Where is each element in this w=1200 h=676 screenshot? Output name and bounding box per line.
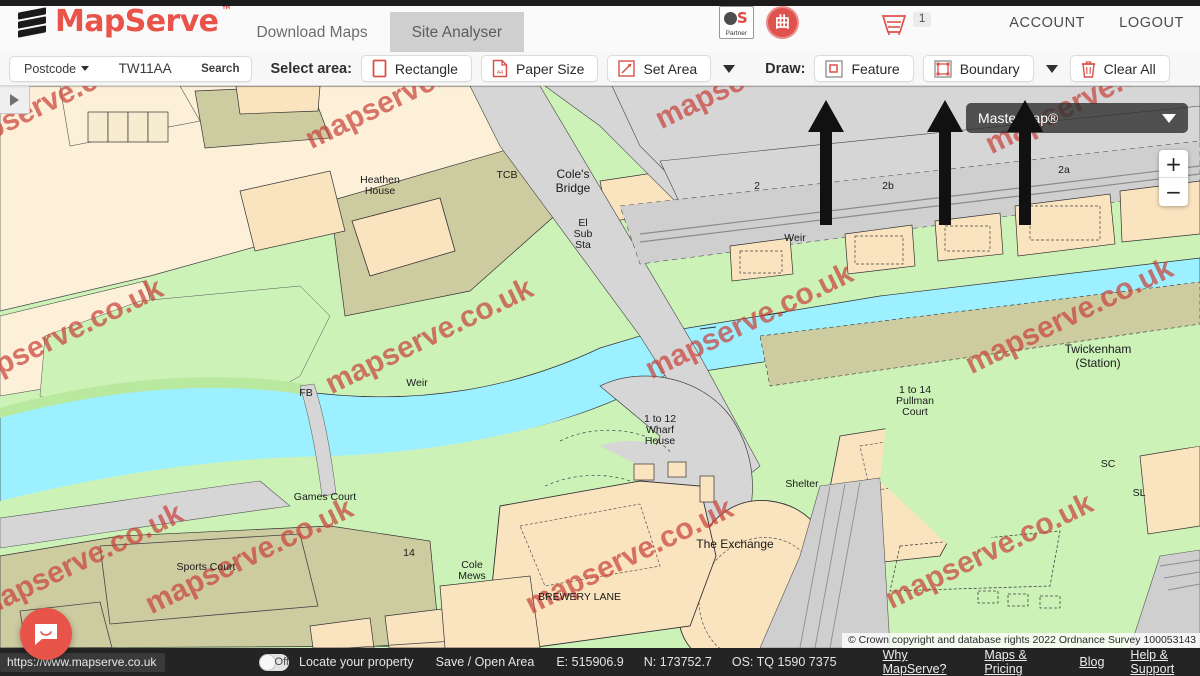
certification-seal-logo: 曲: [765, 6, 799, 39]
why-mapserve-link[interactable]: Why MapServe?: [883, 648, 959, 676]
toggle-state-label: Off: [274, 656, 289, 668]
map-canvas[interactable]: mapserve.co.uk mapserve.co.uk mapserve.c…: [0, 86, 1200, 648]
map-label: Sports Court: [176, 561, 236, 573]
feature-label: Feature: [851, 60, 900, 77]
clear-all-label: Clear All: [1103, 60, 1156, 77]
map-label: 1 to 14 Pullman Court: [896, 384, 934, 418]
map-label: Cole Mews: [458, 559, 486, 582]
map-label: 2b: [882, 180, 894, 192]
locate-property-label[interactable]: Locate your property: [299, 655, 414, 669]
map-layer-select[interactable]: MasterMap®: [966, 103, 1188, 133]
annotation-arrow-feature: [808, 100, 844, 225]
boundary-label: Boundary: [959, 60, 1020, 77]
os-circle-icon: [723, 12, 737, 25]
map-label: BREWERY LANE: [538, 591, 622, 603]
map-label: TCB: [496, 169, 518, 181]
rectangle-label: Rectangle: [394, 60, 458, 77]
select-area-dropdown-caret[interactable]: [723, 64, 736, 73]
rectangle-icon: [372, 59, 387, 78]
play-triangle-icon: [10, 93, 19, 106]
clear-all-button[interactable]: Clear All: [1069, 55, 1170, 82]
map-label: Shelter: [785, 478, 819, 490]
account-link[interactable]: ACCOUNT: [1009, 15, 1085, 31]
feature-icon: [825, 59, 844, 78]
maps-pricing-link[interactable]: Maps & Pricing: [984, 648, 1053, 676]
feature-button[interactable]: Feature: [814, 55, 914, 82]
tab-download-maps[interactable]: Download Maps: [234, 12, 389, 53]
trash-icon: [1081, 60, 1095, 78]
chat-widget-button[interactable]: [20, 608, 72, 660]
zoom-out-button[interactable]: −: [1159, 178, 1188, 206]
map-label: FB: [299, 387, 313, 399]
map-label: El Sub Sta: [573, 217, 593, 251]
os-grid-ref: OS: TQ 1590 7375: [731, 655, 837, 669]
main-nav-tabs: Download Maps Site Analyser: [234, 0, 525, 53]
trademark-symbol: ™: [221, 4, 232, 17]
chevron-down-icon: [81, 66, 90, 71]
postcode-input[interactable]: [97, 61, 194, 76]
search-type-dropdown[interactable]: Postcode: [10, 62, 97, 76]
browser-status-url: https://www.mapserve.co.uk: [0, 653, 166, 672]
blog-link[interactable]: Blog: [1079, 655, 1104, 669]
easting-value: E: 515906.9: [556, 655, 624, 669]
map-label: Weir: [784, 232, 806, 244]
mapserve-app: mapserve.co.uk mapserve.co.uk mapserve.c…: [0, 0, 1200, 676]
cart-group[interactable]: 1: [879, 10, 932, 36]
select-area-label: Select area:: [270, 60, 352, 77]
shopping-cart-icon[interactable]: [879, 10, 909, 36]
os-partner-logo: S Partner: [718, 6, 754, 39]
brand-logo[interactable]: MapServe ™: [0, 0, 234, 52]
paper-size-button[interactable]: A4 Paper Size: [480, 55, 599, 82]
header-right-group: S Partner 曲 1 ACCOUNT LOGOUT: [718, 0, 1200, 52]
zoom-in-button[interactable]: +: [1159, 150, 1188, 178]
os-partner-label: Partner: [725, 30, 747, 37]
chevron-down-icon: [1162, 113, 1176, 123]
set-area-button[interactable]: Set Area: [607, 55, 712, 82]
help-support-link[interactable]: Help & Support: [1130, 648, 1200, 676]
tab-site-analyser[interactable]: Site Analyser: [389, 11, 525, 52]
draw-label: Draw:: [765, 60, 806, 77]
map-label: 14: [403, 547, 415, 559]
paper-size-label: Paper Size: [515, 60, 585, 77]
svg-text:A4: A4: [497, 70, 503, 76]
map-copyright: © Crown copyright and database rights 20…: [841, 633, 1200, 648]
northing-value: N: 173752.7: [643, 655, 712, 669]
save-open-area-link[interactable]: Save / Open Area: [436, 655, 535, 669]
map-label: 2: [754, 180, 760, 192]
search-type-label: Postcode: [24, 61, 77, 76]
map-label: SL: [1132, 487, 1146, 499]
map-label: The Exchange: [696, 537, 774, 551]
brand-name: MapServe ™: [55, 4, 232, 39]
status-bar: Off Locate your property Save / Open Are…: [0, 648, 1200, 676]
draw-dropdown-caret[interactable]: [1045, 64, 1058, 73]
map-label: Weir: [406, 377, 428, 389]
app-header: MapServe ™ Download Maps Site Analyser S…: [0, 0, 1200, 52]
map-label: 1 to 12 Wharf House: [643, 413, 677, 447]
map-label: Heathen House: [360, 174, 400, 197]
set-area-label: Set Area: [643, 60, 698, 77]
annotation-arrow-dropdown: [1007, 100, 1043, 225]
cart-count-badge: 1: [912, 11, 932, 27]
os-s-glyph: S: [736, 9, 748, 27]
chat-bubble-icon: [35, 624, 57, 645]
boundary-button[interactable]: Boundary: [922, 55, 1034, 82]
map-label: SC: [1100, 458, 1116, 470]
sidebar-expand-toggle[interactable]: [0, 86, 30, 114]
layers-stack-icon: [18, 7, 46, 38]
set-area-icon: [618, 60, 636, 77]
search-button[interactable]: Search: [193, 63, 247, 75]
map-label: Twickenham (Station): [1064, 342, 1132, 370]
map-toolbar: Postcode Search Select area: Rectangle A…: [0, 52, 1200, 86]
logout-link[interactable]: LOGOUT: [1119, 15, 1184, 31]
paper-size-icon: A4: [492, 59, 508, 78]
locate-property-toggle[interactable]: Off: [258, 653, 289, 671]
map-label: Games Court: [293, 491, 357, 503]
brand-name-text: MapServe: [55, 4, 219, 39]
zoom-controls[interactable]: + −: [1159, 150, 1188, 206]
postcode-search-box[interactable]: Postcode Search: [9, 55, 253, 82]
rectangle-button[interactable]: Rectangle: [360, 55, 472, 82]
annotation-arrow-boundary: [927, 100, 963, 225]
boundary-icon: [934, 59, 952, 78]
seal-glyph: 曲: [774, 13, 790, 31]
